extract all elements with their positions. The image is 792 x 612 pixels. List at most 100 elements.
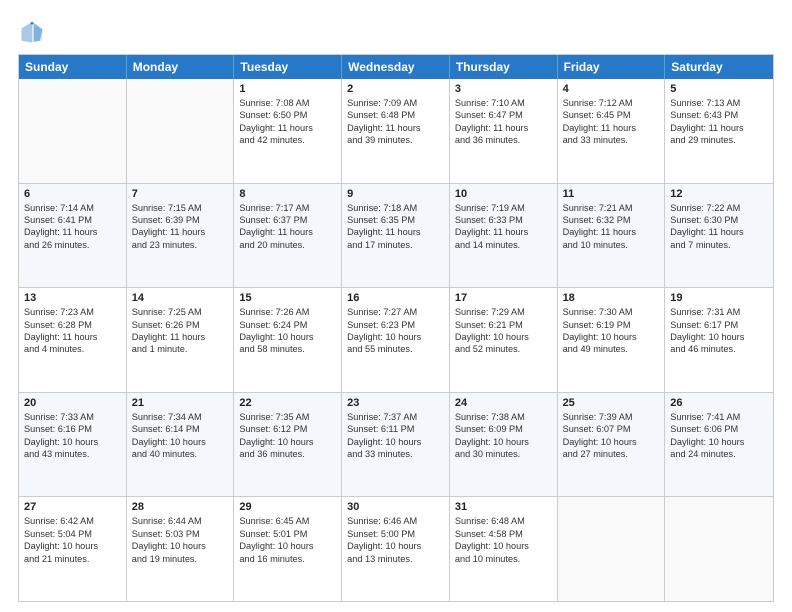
weekday-header-sunday: Sunday [19,55,127,79]
day-number: 24 [455,397,552,409]
day-number: 22 [239,397,336,409]
cell-info-line: Daylight: 10 hours [455,331,552,343]
cell-info-line: Sunrise: 7:23 AM [24,306,121,318]
cell-info-line: and 58 minutes. [239,343,336,355]
cell-info-line: Sunrise: 7:26 AM [239,306,336,318]
cell-info-line: Sunset: 6:16 PM [24,423,121,435]
day-number: 15 [239,292,336,304]
cell-info-line: Daylight: 11 hours [239,122,336,134]
calendar: SundayMondayTuesdayWednesdayThursdayFrid… [18,54,774,602]
calendar-row-2: 6Sunrise: 7:14 AMSunset: 6:41 PMDaylight… [19,183,773,288]
cell-info-line: Sunrise: 7:29 AM [455,306,552,318]
cell-info-line: Sunset: 5:04 PM [24,528,121,540]
day-number: 16 [347,292,444,304]
cell-info-line: and 19 minutes. [132,553,229,565]
cell-info-line: Sunrise: 7:14 AM [24,202,121,214]
cell-info-line: Daylight: 11 hours [132,331,229,343]
cell-info-line: Daylight: 11 hours [563,226,660,238]
day-number: 3 [455,83,552,95]
cell-info-line: Sunset: 6:50 PM [239,109,336,121]
cell-info-line: Sunset: 6:23 PM [347,319,444,331]
cell-info-line: and 40 minutes. [132,448,229,460]
cell-info-line: Sunrise: 7:38 AM [455,411,552,423]
calendar-cell-29: 28Sunrise: 6:44 AMSunset: 5:03 PMDayligh… [127,497,235,601]
cell-info-line: Daylight: 10 hours [24,540,121,552]
cell-info-line: Sunrise: 7:18 AM [347,202,444,214]
cell-info-line: Sunrise: 7:37 AM [347,411,444,423]
cell-info-line: Daylight: 10 hours [563,436,660,448]
cell-info-line: Daylight: 11 hours [670,122,768,134]
cell-info-line: Sunset: 6:47 PM [455,109,552,121]
cell-info-line: Daylight: 11 hours [455,122,552,134]
cell-info-line: Sunset: 6:45 PM [563,109,660,121]
calendar-cell-20: 19Sunrise: 7:31 AMSunset: 6:17 PMDayligh… [665,288,773,392]
calendar-body: 1Sunrise: 7:08 AMSunset: 6:50 PMDaylight… [19,79,773,601]
cell-info-line: and 10 minutes. [563,239,660,251]
cell-info-line: Sunset: 6:06 PM [670,423,768,435]
cell-info-line: Daylight: 10 hours [347,331,444,343]
cell-info-line: Daylight: 11 hours [24,226,121,238]
cell-info-line: Sunrise: 7:33 AM [24,411,121,423]
day-number: 11 [563,188,660,200]
calendar-cell-0 [19,79,127,183]
cell-info-line: and 46 minutes. [670,343,768,355]
cell-info-line: Sunset: 6:21 PM [455,319,552,331]
day-number: 20 [24,397,121,409]
day-number: 1 [239,83,336,95]
cell-info-line: Sunset: 6:39 PM [132,214,229,226]
cell-info-line: Daylight: 11 hours [563,122,660,134]
day-number: 18 [563,292,660,304]
cell-info-line: Sunrise: 7:09 AM [347,97,444,109]
calendar-cell-9: 8Sunrise: 7:17 AMSunset: 6:37 PMDaylight… [234,184,342,288]
day-number: 2 [347,83,444,95]
cell-info-line: Sunset: 6:37 PM [239,214,336,226]
cell-info-line: Sunrise: 7:30 AM [563,306,660,318]
calendar-cell-12: 11Sunrise: 7:21 AMSunset: 6:32 PMDayligh… [558,184,666,288]
cell-info-line: Daylight: 11 hours [455,226,552,238]
calendar-row-1: 1Sunrise: 7:08 AMSunset: 6:50 PMDaylight… [19,79,773,183]
weekday-header-tuesday: Tuesday [234,55,342,79]
cell-info-line: Sunset: 6:43 PM [670,109,768,121]
day-number: 26 [670,397,768,409]
cell-info-line: Daylight: 11 hours [670,226,768,238]
cell-info-line: and 42 minutes. [239,134,336,146]
cell-info-line: Daylight: 10 hours [347,540,444,552]
day-number: 21 [132,397,229,409]
cell-info-line: Sunrise: 7:35 AM [239,411,336,423]
cell-info-line: Sunset: 6:09 PM [455,423,552,435]
cell-info-line: Sunset: 6:41 PM [24,214,121,226]
weekday-header-friday: Friday [558,55,666,79]
cell-info-line: Sunset: 6:12 PM [239,423,336,435]
cell-info-line: Sunrise: 6:44 AM [132,515,229,527]
cell-info-line: Daylight: 11 hours [132,226,229,238]
cell-info-line: Daylight: 10 hours [132,436,229,448]
day-number: 29 [239,501,336,513]
cell-info-line: Daylight: 10 hours [347,436,444,448]
day-number: 28 [132,501,229,513]
calendar-cell-19: 18Sunrise: 7:30 AMSunset: 6:19 PMDayligh… [558,288,666,392]
cell-info-line: Sunset: 6:33 PM [455,214,552,226]
day-number: 17 [455,292,552,304]
calendar-cell-24: 23Sunrise: 7:37 AMSunset: 6:11 PMDayligh… [342,393,450,497]
day-number: 5 [670,83,768,95]
calendar-cell-8: 7Sunrise: 7:15 AMSunset: 6:39 PMDaylight… [127,184,235,288]
cell-info-line: and 17 minutes. [347,239,444,251]
cell-info-line: Sunrise: 6:48 AM [455,515,552,527]
day-number: 27 [24,501,121,513]
cell-info-line: Sunset: 5:03 PM [132,528,229,540]
day-number: 25 [563,397,660,409]
cell-info-line: Sunrise: 7:39 AM [563,411,660,423]
cell-info-line: Sunset: 6:28 PM [24,319,121,331]
calendar-row-3: 13Sunrise: 7:23 AMSunset: 6:28 PMDayligh… [19,287,773,392]
calendar-cell-18: 17 Sunrise: 7:29 AMSunset: 6:21 PMDayligh… [450,288,558,392]
cell-info-line: Sunset: 6:11 PM [347,423,444,435]
calendar-cell-31: 30Sunrise: 6:46 AMSunset: 5:00 PMDayligh… [342,497,450,601]
day-number: 7 [132,188,229,200]
cell-info-line: Sunrise: 7:13 AM [670,97,768,109]
cell-info-line: Sunrise: 6:42 AM [24,515,121,527]
cell-info-line: Sunrise: 7:08 AM [239,97,336,109]
calendar-cell-4: 3Sunrise: 7:10 AMSunset: 6:47 PMDaylight… [450,79,558,183]
cell-info-line: Daylight: 10 hours [670,331,768,343]
cell-info-line: and 10 minutes. [455,553,552,565]
cell-info-line: Sunrise: 6:45 AM [239,515,336,527]
